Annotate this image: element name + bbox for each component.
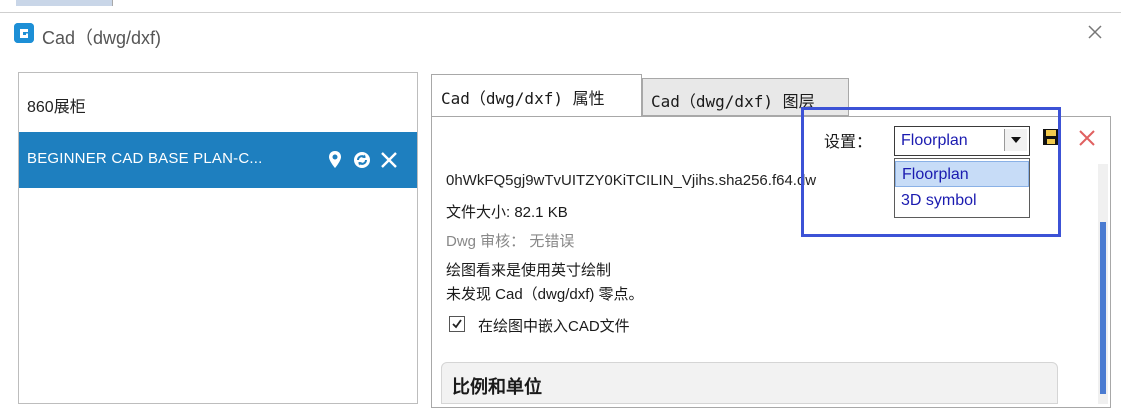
refresh-icon[interactable]: [350, 148, 374, 172]
title-bar: Cad（dwg/dxf): [0, 14, 1121, 58]
units-note-text: 绘图看来是使用英寸绘制: [446, 262, 612, 279]
list-item[interactable]: 860展柜: [27, 93, 86, 117]
section-title: 比例和单位: [452, 377, 542, 397]
list-item-label: BEGINNER CAD BASE PLAN-C...: [27, 150, 263, 167]
remove-icon[interactable]: [377, 148, 401, 172]
location-pin-icon[interactable]: [323, 148, 347, 172]
background-tab: [16, 0, 113, 6]
highlight-box: [801, 107, 1061, 237]
tab-layers-label: Cad（dwg/dxf) 图层: [651, 92, 815, 111]
tab-properties[interactable]: Cad（dwg/dxf) 属性: [431, 74, 642, 117]
close-icon[interactable]: [1083, 20, 1107, 44]
file-size-text: 文件大小: 82.1 KB: [446, 204, 568, 221]
top-strip: [0, 0, 1121, 13]
scrollbar-thumb[interactable]: [1100, 222, 1106, 394]
scale-units-section[interactable]: 比例和单位: [441, 362, 1058, 404]
cad-file-list: 860展柜 BEGINNER CAD BASE PLAN-C...: [18, 72, 418, 404]
window-title: Cad（dwg/dxf): [42, 28, 162, 48]
zero-point-note-text: 未发现 Cad（dwg/dxf) 零点。: [446, 286, 644, 303]
app-logo-icon: [14, 23, 34, 43]
delete-icon[interactable]: [1075, 126, 1099, 150]
list-item-selected[interactable]: BEGINNER CAD BASE PLAN-C...: [19, 132, 417, 188]
tab-properties-label: Cad（dwg/dxf) 属性: [441, 89, 605, 108]
dwg-audit-text: Dwg 审核： 无错误: [446, 233, 575, 250]
file-hash-text: 0hWkFQ5gj9wTvUITZY0KiTCILIN_Vjihs.sha256…: [446, 172, 817, 189]
embed-cad-label[interactable]: 在绘图中嵌入CAD文件: [478, 315, 630, 336]
embed-cad-checkbox[interactable]: [449, 316, 465, 332]
